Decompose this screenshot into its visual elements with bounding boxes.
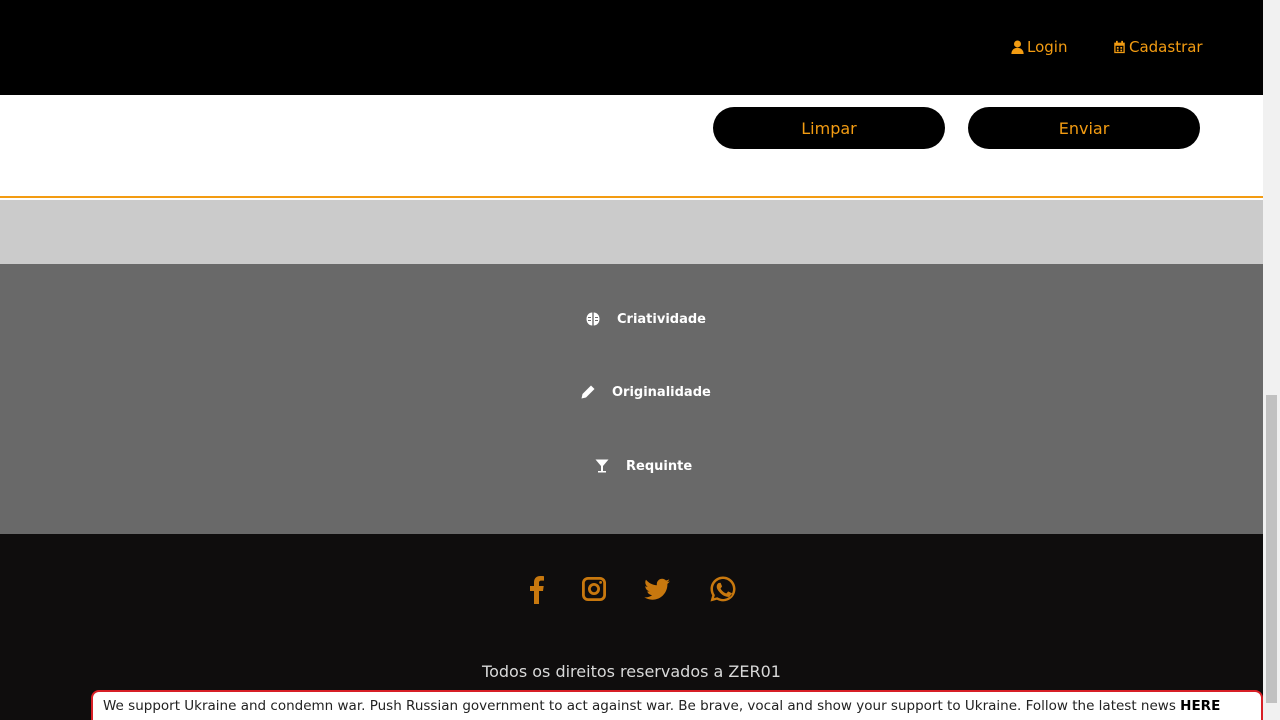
facebook-link[interactable] [522,574,552,604]
register-label: Cadastrar [1129,38,1203,56]
page: Login Cadastrar Limpar Enviar Criativida… [0,0,1263,720]
cocktail-icon [595,459,609,473]
banner-text: We support Ukraine and condemn war. Push… [103,698,1181,714]
top-navbar: Login Cadastrar [0,0,1263,95]
feature-item: Requinte [594,458,692,474]
ukraine-support-banner: We support Ukraine and condemn war. Push… [91,690,1263,720]
clear-button[interactable]: Limpar [713,107,945,149]
banner-link[interactable]: HERE [1180,698,1220,714]
whatsapp-icon [710,576,736,602]
user-icon [1011,40,1024,54]
calendar-icon [1114,40,1125,54]
feature-item: Criatividade [585,311,706,327]
feature-label: Originalidade [612,384,711,400]
facebook-icon [530,576,544,604]
divider-band [0,200,1263,264]
instagram-link[interactable] [579,574,609,604]
login-label: Login [1027,38,1068,56]
instagram-icon [582,577,606,601]
brain-icon [586,312,600,326]
send-button[interactable]: Enviar [968,107,1200,149]
pencil-icon [581,385,595,399]
copyright-text: Todos os direitos reservados a ZER01 [482,662,781,681]
scrollbar-thumb[interactable] [1266,395,1277,703]
vertical-scrollbar[interactable] [1263,0,1280,720]
features-section: Criatividade Originalidade Requinte [0,264,1263,534]
feature-label: Criatividade [617,311,706,327]
feature-item: Originalidade [580,384,711,400]
register-link[interactable]: Cadastrar [1113,38,1203,56]
twitter-link[interactable] [642,574,672,604]
contact-form-actions: Limpar Enviar [0,95,1263,198]
feature-label: Requinte [626,458,693,474]
whatsapp-link[interactable] [708,574,738,604]
twitter-icon [644,578,670,600]
login-link[interactable]: Login [1011,38,1067,56]
